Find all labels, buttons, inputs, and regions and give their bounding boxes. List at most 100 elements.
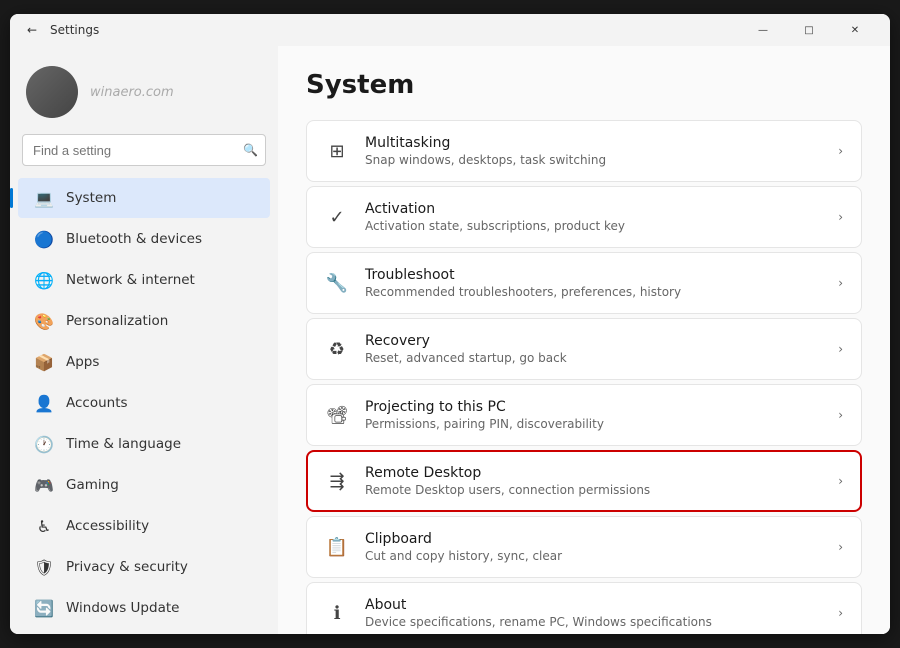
nav-list: 💻 System 🔵 Bluetooth & devices 🌐 Network… [10, 178, 278, 628]
settings-item-projecting[interactable]: 📽 Projecting to this PC Permissions, pai… [306, 384, 862, 446]
settings-item-desc: Remote Desktop users, connection permiss… [365, 483, 822, 497]
user-profile: winaero.com [10, 58, 278, 134]
update-icon: 🔄 [34, 598, 54, 618]
settings-window: ← Settings — □ ✕ winaero.com 🔍 [10, 14, 890, 634]
projecting-icon: 📽 [325, 403, 349, 427]
recovery-icon: ♻ [325, 337, 349, 361]
sidebar-item-label: Apps [66, 354, 254, 370]
settings-item-title: Activation [365, 201, 822, 217]
settings-item-desc: Cut and copy history, sync, clear [365, 549, 822, 563]
system-icon: 💻 [34, 188, 54, 208]
chevron-icon: › [838, 408, 843, 422]
main-wrapper: System ⊞ Multitasking Snap windows, desk… [278, 46, 890, 634]
settings-item-desc: Snap windows, desktops, task switching [365, 153, 822, 167]
sidebar-item-accounts[interactable]: 👤 Accounts [18, 383, 270, 423]
minimize-button[interactable]: — [740, 14, 786, 46]
settings-item-desc: Activation state, subscriptions, product… [365, 219, 822, 233]
sidebar-item-network[interactable]: 🌐 Network & internet [18, 260, 270, 300]
settings-item-troubleshoot[interactable]: 🔧 Troubleshoot Recommended troubleshoote… [306, 252, 862, 314]
settings-item-title: About [365, 597, 822, 613]
time-icon: 🕐 [34, 434, 54, 454]
chevron-icon: › [838, 540, 843, 554]
accessibility-icon: ♿ [34, 516, 54, 536]
settings-item-desc: Device specifications, rename PC, Window… [365, 615, 822, 629]
settings-item-remote-desktop[interactable]: ⇶ Remote Desktop Remote Desktop users, c… [306, 450, 862, 512]
main-content: System ⊞ Multitasking Snap windows, desk… [278, 46, 890, 634]
multitasking-icon: ⊞ [325, 139, 349, 163]
settings-item-desc: Permissions, pairing PIN, discoverabilit… [365, 417, 822, 431]
settings-item-title: Recovery [365, 333, 822, 349]
sidebar-item-privacy[interactable]: 🛡 Privacy & security [18, 547, 270, 587]
sidebar-item-label: Privacy & security [66, 559, 254, 575]
back-button[interactable]: ← [22, 20, 42, 40]
sidebar-item-label: Network & internet [66, 272, 254, 288]
privacy-icon: 🛡 [34, 557, 54, 577]
chevron-icon: › [838, 144, 843, 158]
sidebar-item-personalization[interactable]: 🎨 Personalization [18, 301, 270, 341]
sidebar-item-label: Gaming [66, 477, 254, 493]
avatar [26, 66, 78, 118]
sidebar-item-label: Windows Update [66, 600, 254, 616]
settings-item-title: Multitasking [365, 135, 822, 151]
settings-item-recovery[interactable]: ♻ Recovery Reset, advanced startup, go b… [306, 318, 862, 380]
settings-item-text: Multitasking Snap windows, desktops, tas… [365, 135, 822, 167]
settings-list: ⊞ Multitasking Snap windows, desktops, t… [306, 120, 862, 634]
network-icon: 🌐 [34, 270, 54, 290]
settings-item-about[interactable]: ℹ About Device specifications, rename PC… [306, 582, 862, 634]
window-controls: — □ ✕ [740, 14, 878, 46]
settings-item-title: Troubleshoot [365, 267, 822, 283]
settings-item-text: Recovery Reset, advanced startup, go bac… [365, 333, 822, 365]
sidebar-item-update[interactable]: 🔄 Windows Update [18, 588, 270, 628]
settings-item-text: Activation Activation state, subscriptio… [365, 201, 822, 233]
sidebar-item-accessibility[interactable]: ♿ Accessibility [18, 506, 270, 546]
sidebar-item-label: Bluetooth & devices [66, 231, 254, 247]
sidebar-item-time[interactable]: 🕐 Time & language [18, 424, 270, 464]
about-icon: ℹ [325, 601, 349, 625]
sidebar-item-system[interactable]: 💻 System [18, 178, 270, 218]
sidebar-item-label: Time & language [66, 436, 254, 452]
sidebar-item-label: Accessibility [66, 518, 254, 534]
settings-item-title: Clipboard [365, 531, 822, 547]
sidebar-item-label: System [66, 190, 254, 206]
content-area: winaero.com 🔍 💻 System 🔵 Bluetooth & dev… [10, 46, 890, 634]
close-button[interactable]: ✕ [832, 14, 878, 46]
search-input[interactable] [22, 134, 266, 166]
remote-desktop-icon: ⇶ [325, 469, 349, 493]
chevron-icon: › [838, 276, 843, 290]
sidebar-item-label: Personalization [66, 313, 254, 329]
apps-icon: 📦 [34, 352, 54, 372]
user-name: winaero.com [90, 85, 174, 100]
settings-item-text: Troubleshoot Recommended troubleshooters… [365, 267, 822, 299]
sidebar-item-apps[interactable]: 📦 Apps [18, 342, 270, 382]
search-box: 🔍 [22, 134, 266, 166]
settings-item-title: Remote Desktop [365, 465, 822, 481]
page-title: System [306, 70, 862, 100]
settings-item-multitasking[interactable]: ⊞ Multitasking Snap windows, desktops, t… [306, 120, 862, 182]
settings-item-text: Clipboard Cut and copy history, sync, cl… [365, 531, 822, 563]
sidebar-item-label: Accounts [66, 395, 254, 411]
settings-item-text: Projecting to this PC Permissions, pairi… [365, 399, 822, 431]
titlebar-title: Settings [50, 23, 740, 37]
chevron-icon: › [838, 210, 843, 224]
sidebar-item-gaming[interactable]: 🎮 Gaming [18, 465, 270, 505]
accounts-icon: 👤 [34, 393, 54, 413]
sidebar: winaero.com 🔍 💻 System 🔵 Bluetooth & dev… [10, 46, 278, 634]
sidebar-item-bluetooth[interactable]: 🔵 Bluetooth & devices [18, 219, 270, 259]
maximize-button[interactable]: □ [786, 14, 832, 46]
titlebar: ← Settings — □ ✕ [10, 14, 890, 46]
settings-item-desc: Reset, advanced startup, go back [365, 351, 822, 365]
chevron-icon: › [838, 474, 843, 488]
search-icon: 🔍 [243, 143, 258, 157]
settings-item-activation[interactable]: ✓ Activation Activation state, subscript… [306, 186, 862, 248]
personalization-icon: 🎨 [34, 311, 54, 331]
chevron-icon: › [838, 342, 843, 356]
settings-item-title: Projecting to this PC [365, 399, 822, 415]
bluetooth-icon: 🔵 [34, 229, 54, 249]
settings-item-text: Remote Desktop Remote Desktop users, con… [365, 465, 822, 497]
gaming-icon: 🎮 [34, 475, 54, 495]
settings-item-clipboard[interactable]: 📋 Clipboard Cut and copy history, sync, … [306, 516, 862, 578]
activation-icon: ✓ [325, 205, 349, 229]
chevron-icon: › [838, 606, 843, 620]
troubleshoot-icon: 🔧 [325, 271, 349, 295]
settings-item-text: About Device specifications, rename PC, … [365, 597, 822, 629]
